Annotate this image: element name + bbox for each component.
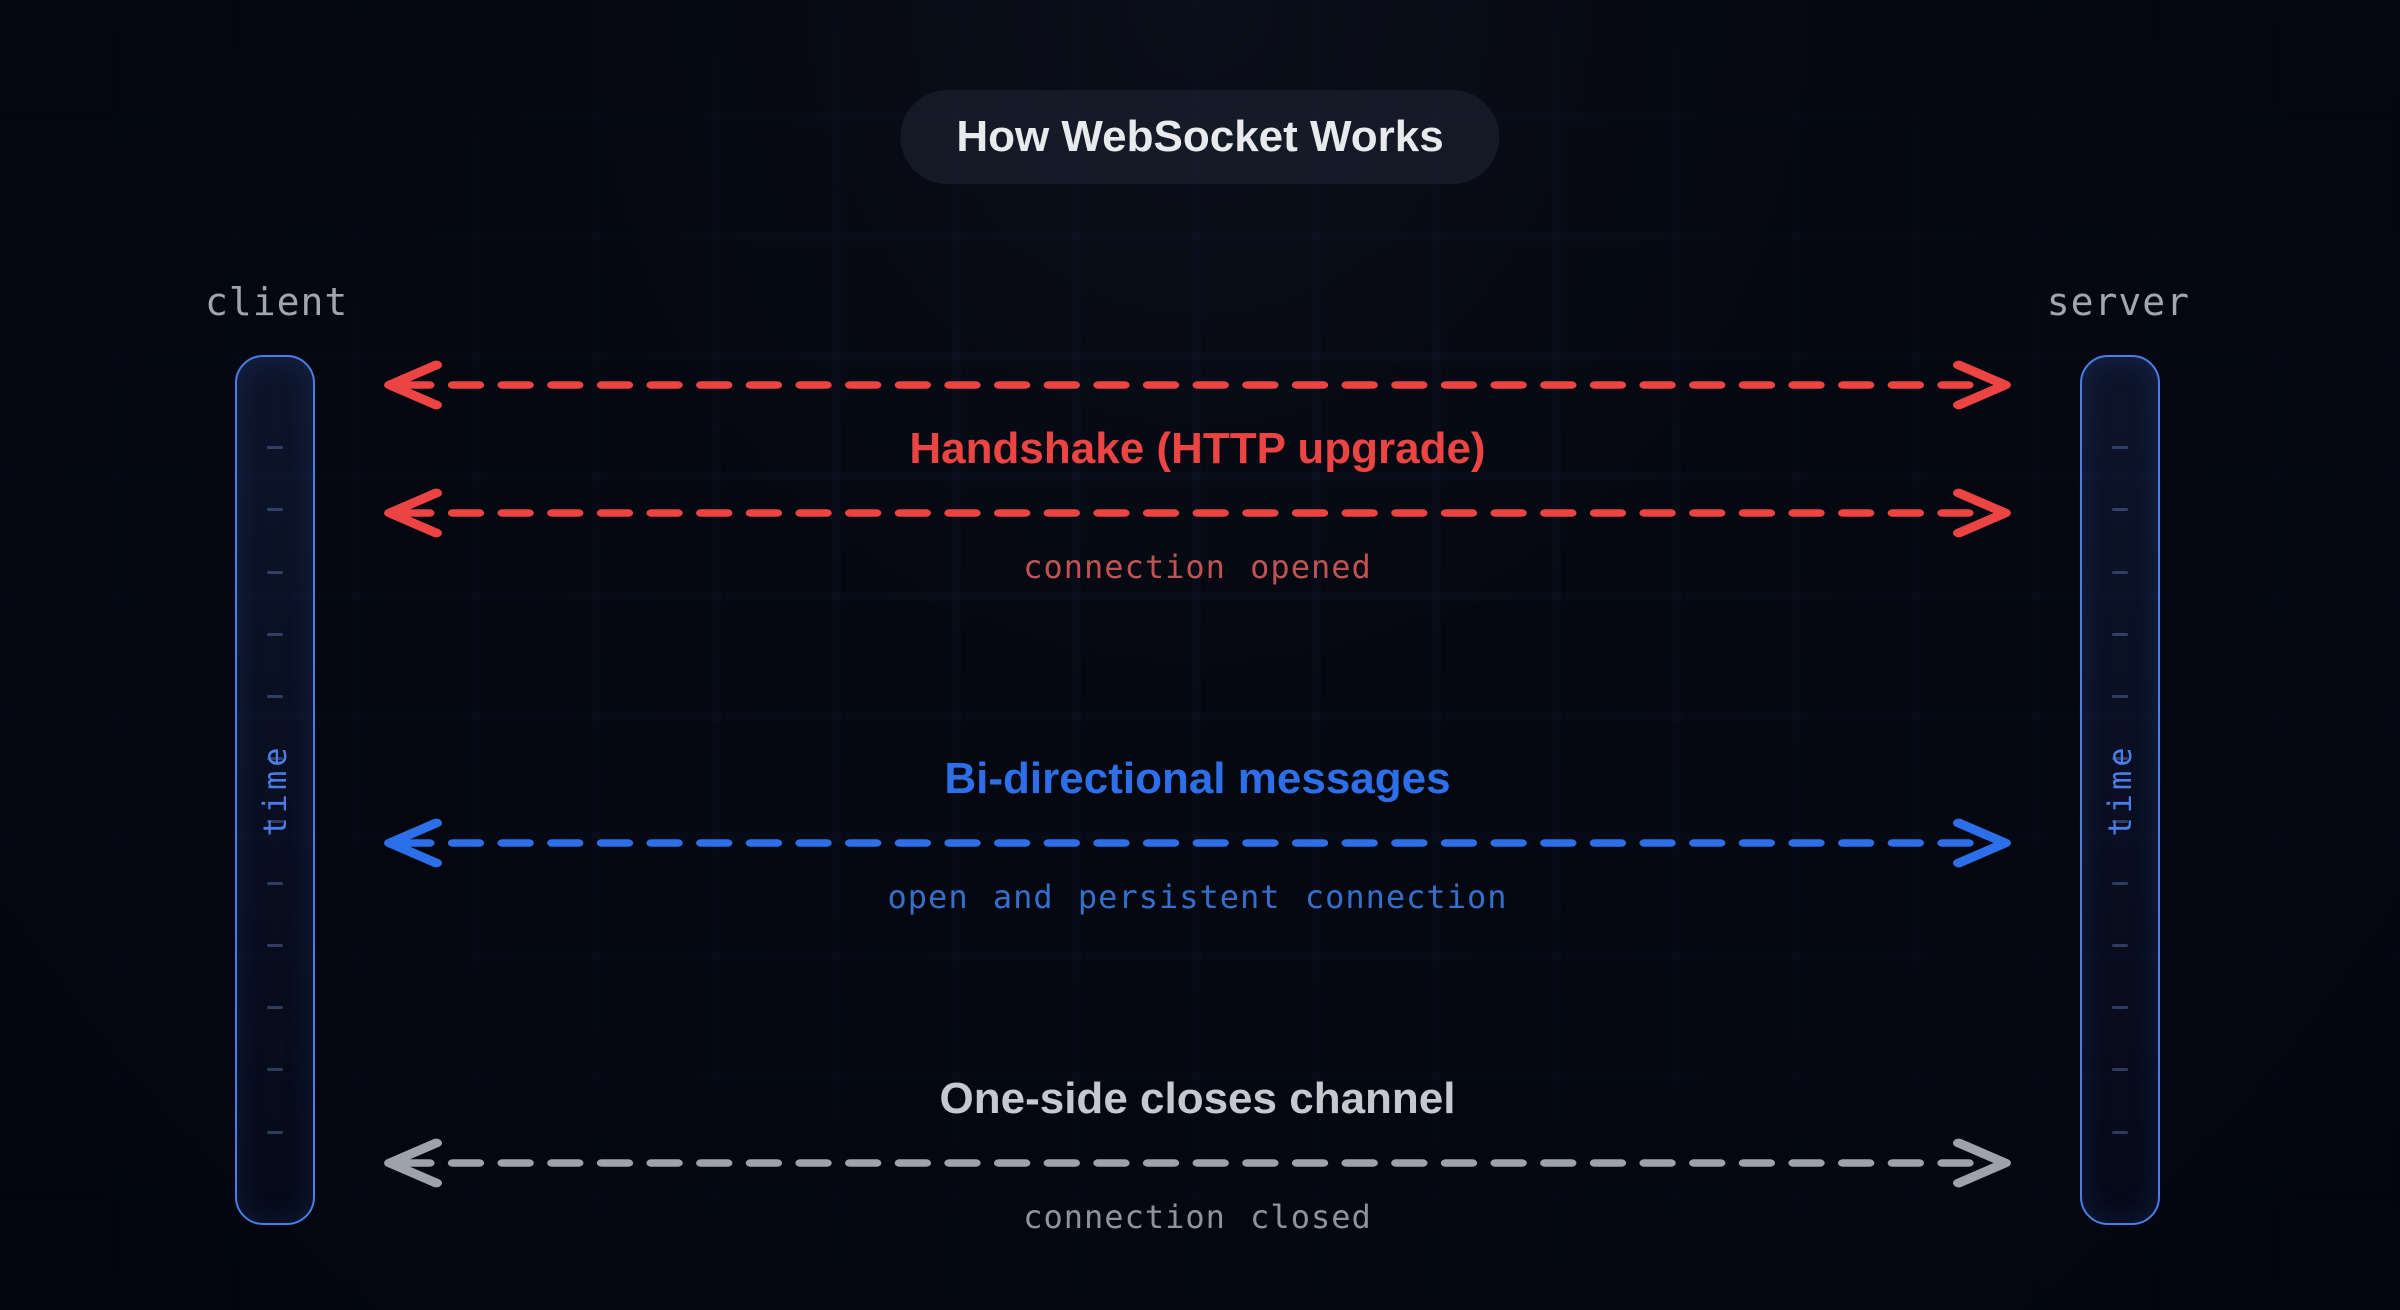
server-timeline: time	[2080, 355, 2160, 1225]
close-arrow	[370, 1138, 2025, 1188]
close-headline: One-side closes channel	[940, 1074, 1456, 1124]
close-subline: connection closed	[1023, 1198, 1372, 1236]
diagram-title: How WebSocket Works	[900, 90, 1499, 184]
phase-close: One-side closes channel connection close…	[370, 1060, 2025, 1236]
bidirectional-headline: Bi-directional messages	[944, 754, 1450, 804]
actor-client-label: client	[205, 280, 348, 324]
actor-server-label: server	[2047, 280, 2190, 324]
bidirectional-arrow	[370, 818, 2025, 868]
bidirectional-subline: open and persistent connection	[888, 878, 1508, 916]
handshake-subline: connection opened	[1023, 548, 1372, 586]
client-timeline: time	[235, 355, 315, 1225]
phase-bidirectional: Bi-directional messages open and persist…	[370, 740, 2025, 916]
handshake-headline: Handshake (HTTP upgrade)	[909, 424, 1485, 474]
time-axis-label: time	[256, 743, 294, 836]
phase-handshake: Handshake (HTTP upgrade) connection open…	[370, 360, 2025, 586]
handshake-request-arrow	[370, 360, 2025, 410]
handshake-response-arrow	[370, 488, 2025, 538]
time-axis-label: time	[2101, 743, 2139, 836]
